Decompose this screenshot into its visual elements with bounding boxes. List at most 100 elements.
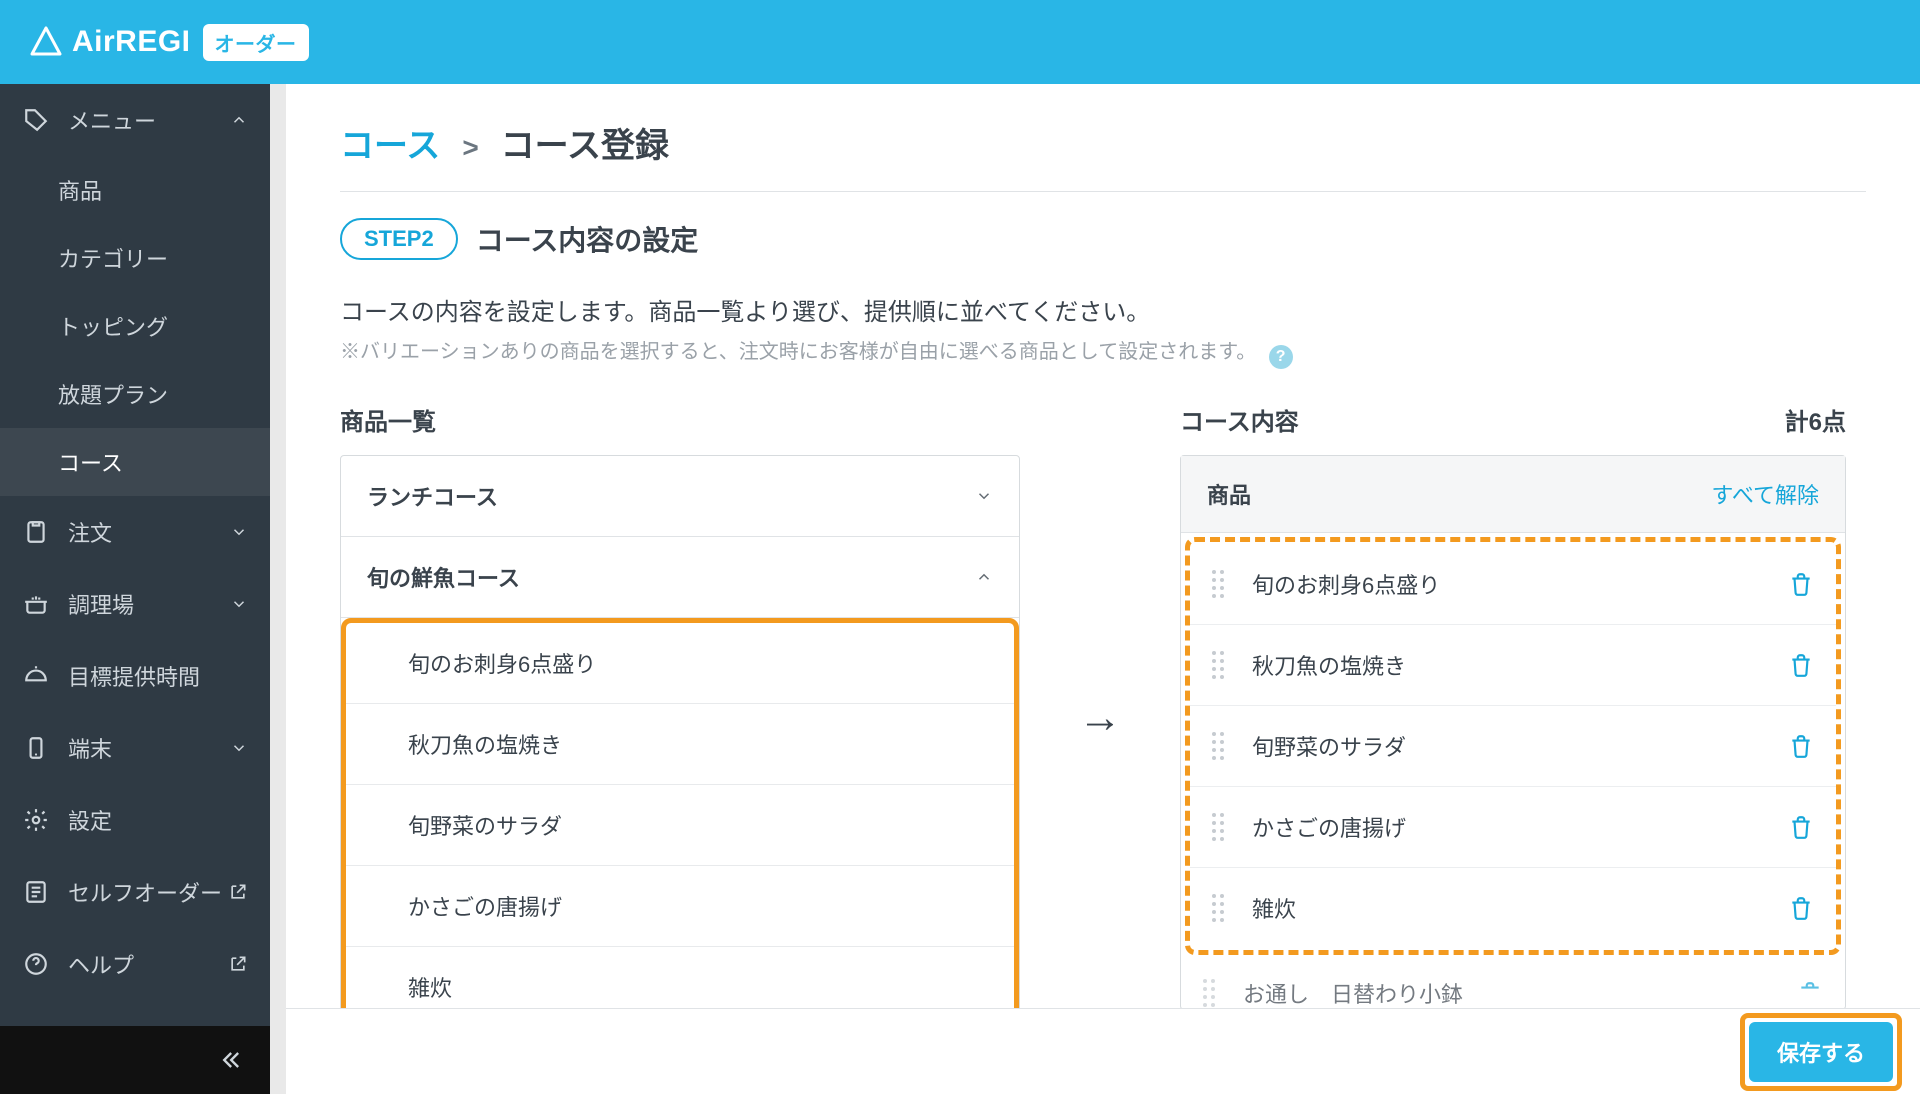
sidebar: メニュー 商品 カテゴリー トッピング 放題プラン コース 注文 調理場 目標提…	[0, 84, 270, 1094]
course-item-row[interactable]: 旬野菜のサラダ	[1190, 706, 1836, 787]
drag-handle-icon[interactable]	[1203, 979, 1221, 1007]
category-name: 旬の鮮魚コース	[367, 561, 520, 593]
sidebar-collapse-button[interactable]	[0, 1026, 270, 1094]
external-link-icon	[228, 882, 248, 902]
sidebar-target-time[interactable]: 目標提供時間	[0, 640, 270, 712]
main-content: コース > コース登録 STEP2 コース内容の設定 コースの内容を設定します。…	[286, 84, 1920, 1094]
breadcrumb-separator: >	[462, 132, 478, 164]
delete-item-button[interactable]	[1788, 895, 1814, 921]
logo: AirREGI オーダー	[28, 24, 309, 61]
course-header-label: 商品	[1207, 478, 1251, 510]
step-badge: STEP2	[340, 218, 458, 260]
drag-handle-icon[interactable]	[1212, 813, 1230, 841]
course-item-name: かさごの唐揚げ	[1252, 811, 1406, 843]
sidebar-sub-course[interactable]: コース	[0, 428, 270, 496]
delete-item-button[interactable]	[1788, 571, 1814, 597]
clipboard-icon	[22, 518, 50, 546]
collapse-icon	[216, 1046, 244, 1074]
course-content-title: コース内容	[1180, 402, 1299, 437]
scrollbar-track[interactable]	[270, 84, 286, 1094]
drag-handle-icon[interactable]	[1212, 651, 1230, 679]
delete-item-button[interactable]	[1788, 652, 1814, 678]
device-icon	[22, 734, 50, 762]
delete-item-button[interactable]	[1788, 814, 1814, 840]
course-item-name: お通し 日替わり小鉢	[1243, 977, 1463, 1009]
description-line2: ※バリエーションありの商品を選択すると、注文時にお客様が自由に選べる商品として設…	[340, 341, 1256, 363]
highlighted-items-region: 旬のお刺身6点盛り 秋刀魚の塩焼き 旬野菜のサラダ かさごの唐揚げ 雑炊	[341, 618, 1019, 1033]
sidebar-settings[interactable]: 設定	[0, 784, 270, 856]
course-item-row[interactable]: 秋刀魚の塩焼き	[1190, 625, 1836, 706]
delete-item-button[interactable]	[1797, 980, 1823, 1006]
course-item-name: 旬のお刺身6点盛り	[1252, 568, 1440, 600]
arrow-right-icon: →	[1078, 693, 1122, 743]
product-list: ランチコース 旬の鮮魚コース 旬のお刺身6点盛り 秋刀魚の塩焼き 旬野菜のサラダ	[340, 455, 1020, 1034]
sidebar-item-label: ヘルプ	[68, 948, 134, 980]
product-item[interactable]: 秋刀魚の塩焼き	[346, 704, 1014, 785]
transfer-arrow: →	[1020, 402, 1180, 1034]
category-name: ランチコース	[367, 480, 498, 512]
brand-badge: オーダー	[203, 24, 309, 61]
course-content-box: 商品 すべて解除 旬のお刺身6点盛り	[1180, 455, 1846, 1010]
category-header-lunch[interactable]: ランチコース	[341, 456, 1019, 537]
sidebar-device[interactable]: 端末	[0, 712, 270, 784]
chevron-down-icon	[230, 523, 248, 541]
sidebar-item-label: 設定	[68, 804, 112, 836]
breadcrumb: コース > コース登録	[340, 118, 1866, 167]
course-drop-region[interactable]: 旬のお刺身6点盛り 秋刀魚の塩焼き 旬野	[1185, 537, 1841, 955]
course-item-row[interactable]: お通し 日替わり小鉢	[1181, 959, 1845, 1009]
sidebar-item-label: セルフオーダー	[68, 876, 222, 908]
course-item-row[interactable]: 旬のお刺身6点盛り	[1190, 544, 1836, 625]
course-item-name: 旬野菜のサラダ	[1252, 730, 1406, 762]
chevron-down-icon	[975, 487, 993, 505]
course-item-row[interactable]: かさごの唐揚げ	[1190, 787, 1836, 868]
product-item[interactable]: 旬野菜のサラダ	[346, 785, 1014, 866]
self-order-icon	[22, 878, 50, 906]
course-item-name: 雑炊	[1252, 892, 1296, 924]
clear-all-button[interactable]: すべて解除	[1711, 478, 1819, 510]
brand-text: AirREGI	[72, 25, 191, 59]
drag-handle-icon[interactable]	[1212, 570, 1230, 598]
chevron-down-icon	[230, 595, 248, 613]
sidebar-help[interactable]: ヘルプ	[0, 928, 270, 1000]
course-item-count: 計6点	[1785, 402, 1846, 437]
sidebar-self-order[interactable]: セルフオーダー	[0, 856, 270, 928]
category-header-fish[interactable]: 旬の鮮魚コース	[341, 537, 1019, 618]
course-header: 商品 すべて解除	[1181, 456, 1845, 533]
sidebar-sub-category[interactable]: カテゴリー	[0, 224, 270, 292]
product-item[interactable]: かさごの唐揚げ	[346, 866, 1014, 947]
sidebar-item-label: 目標提供時間	[68, 660, 200, 692]
save-button[interactable]: 保存する	[1749, 1022, 1893, 1082]
help-tooltip-icon[interactable]: ?	[1269, 345, 1293, 369]
sidebar-item-label: 調理場	[68, 588, 134, 620]
sidebar-order[interactable]: 注文	[0, 496, 270, 568]
delete-item-button[interactable]	[1788, 733, 1814, 759]
sidebar-sub-products[interactable]: 商品	[0, 156, 270, 224]
sidebar-kitchen[interactable]: 調理場	[0, 568, 270, 640]
drag-handle-icon[interactable]	[1212, 732, 1230, 760]
sidebar-sub-plan[interactable]: 放題プラン	[0, 360, 270, 428]
drag-handle-icon[interactable]	[1212, 894, 1230, 922]
save-highlight: 保存する	[1740, 1013, 1902, 1091]
product-list-title: 商品一覧	[340, 402, 1020, 437]
product-item[interactable]: 旬のお刺身6点盛り	[346, 623, 1014, 704]
gear-icon	[22, 806, 50, 834]
external-link-icon	[228, 954, 248, 974]
breadcrumb-current: コース登録	[501, 118, 669, 167]
sidebar-item-label: 端末	[68, 732, 112, 764]
divider	[340, 191, 1866, 192]
sidebar-menu-label: メニュー	[68, 104, 156, 136]
pot-icon	[22, 590, 50, 618]
logo-triangle-icon	[28, 24, 64, 60]
sidebar-item-label: 注文	[68, 516, 112, 548]
sidebar-sub-topping[interactable]: トッピング	[0, 292, 270, 360]
step-title: コース内容の設定	[476, 219, 699, 259]
course-item-name: 秋刀魚の塩焼き	[1252, 649, 1406, 681]
course-item-row[interactable]: 雑炊	[1190, 868, 1836, 948]
footer-bar: 保存する	[286, 1008, 1920, 1094]
chevron-up-icon	[230, 111, 248, 129]
step-header: STEP2 コース内容の設定	[340, 218, 1866, 260]
chevron-up-icon	[975, 568, 993, 586]
breadcrumb-parent[interactable]: コース	[340, 118, 440, 167]
sidebar-menu[interactable]: メニュー	[0, 84, 270, 156]
help-icon	[22, 950, 50, 978]
